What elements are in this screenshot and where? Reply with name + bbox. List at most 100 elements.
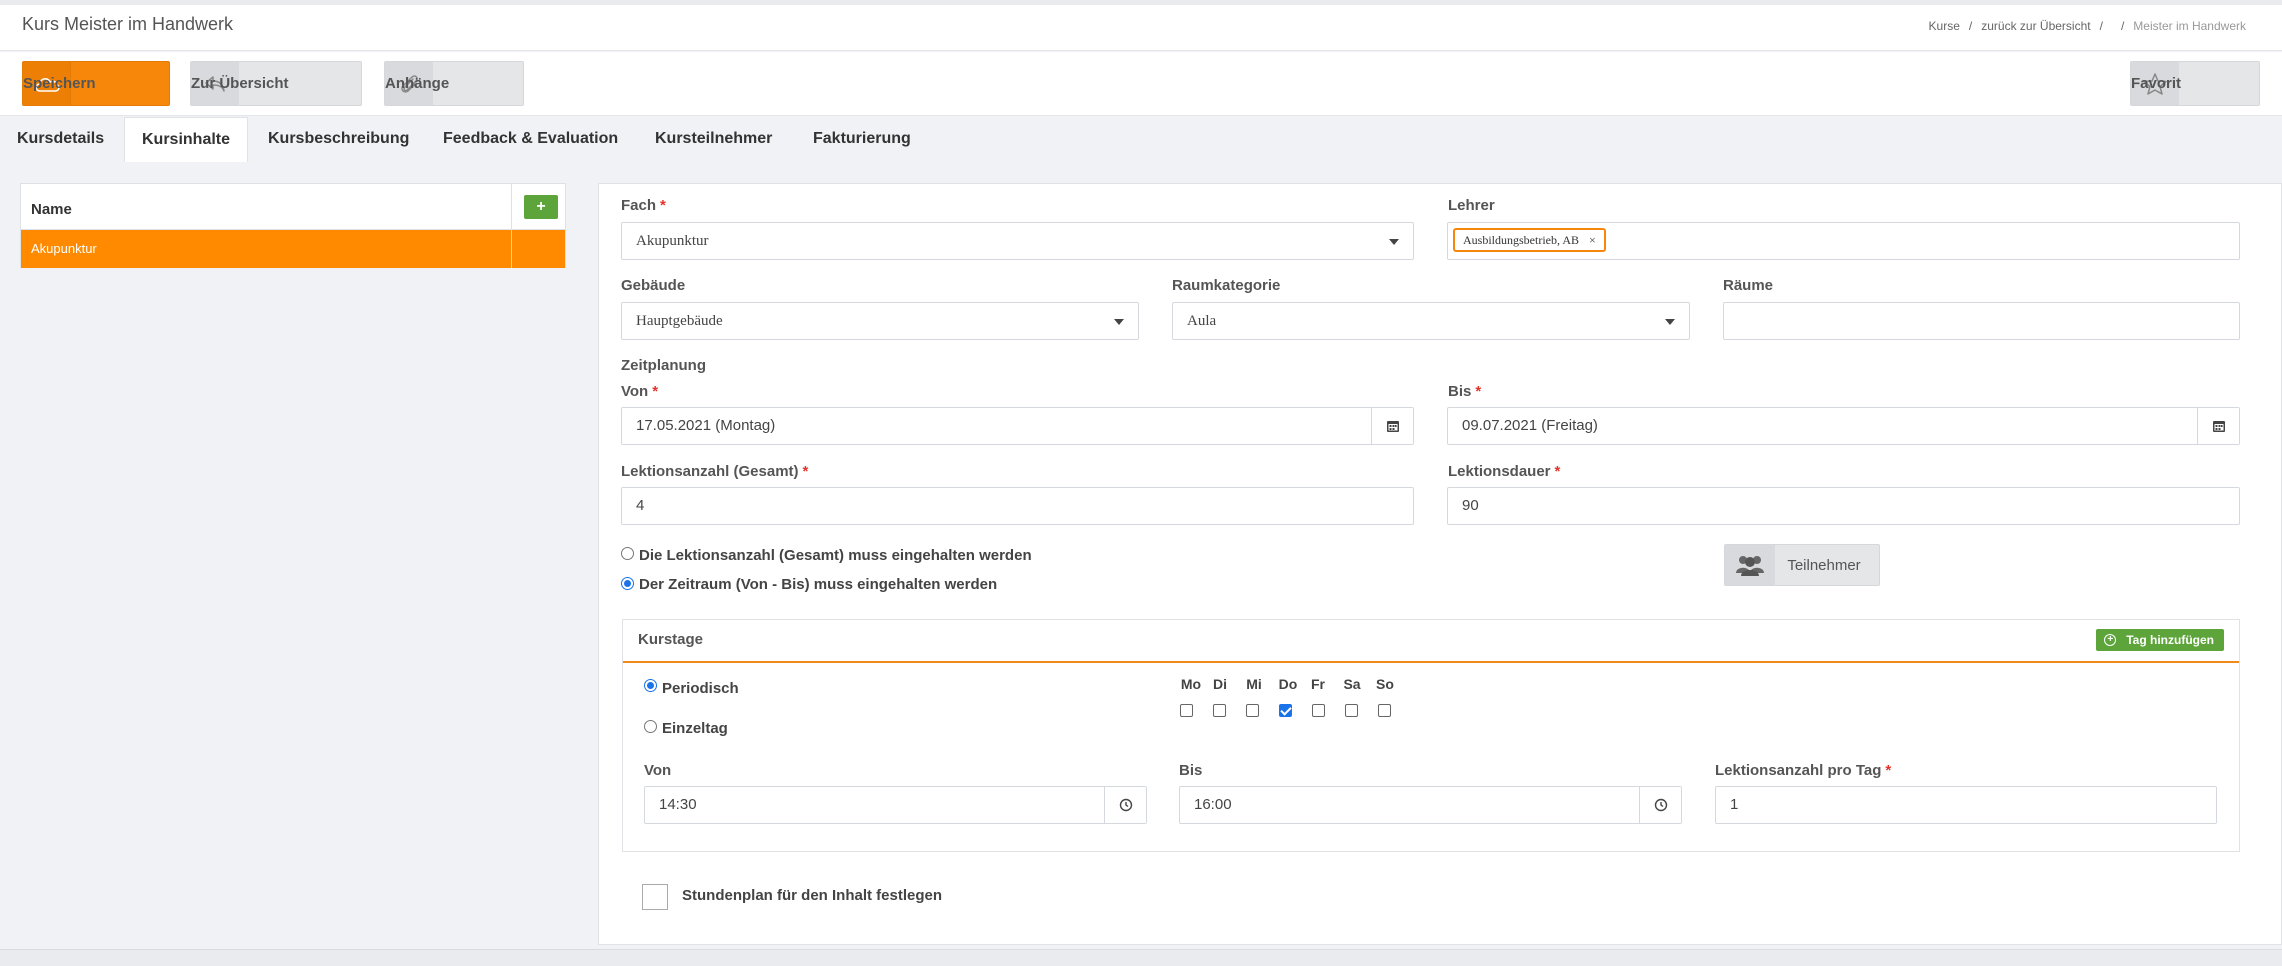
save-label: Speichern (23, 75, 96, 92)
column-name-header: Name (31, 201, 72, 218)
chevron-down-icon (1114, 319, 1124, 325)
lehrer-label: Lehrer (1448, 197, 1495, 214)
pro-tag-input[interactable]: 1 (1715, 786, 2217, 824)
day-checkbox-mi[interactable] (1246, 704, 1259, 717)
bis-label: Bis * (1448, 383, 1482, 400)
plus-circle-icon: + (2104, 634, 2117, 646)
radio-gesamt-label: Die Lektionsanzahl (Gesamt) muss eingeha… (639, 547, 1032, 564)
add-day-label: Tag hinzufügen (2126, 633, 2214, 647)
remove-tag-icon[interactable]: × (1589, 230, 1596, 250)
day-checkbox-mo[interactable] (1180, 704, 1193, 717)
bis-date-input[interactable]: 09.07.2021 (Freitag) (1447, 407, 2240, 445)
day-checkbox-fr[interactable] (1312, 704, 1325, 717)
raumkategorie-value: Aula (1187, 313, 1217, 329)
back-to-overview-button[interactable]: Zur Übersicht (190, 61, 362, 106)
raeume-input[interactable] (1723, 302, 2240, 340)
attachments-label: Anhänge (385, 75, 450, 92)
day-label-so: So (1376, 676, 1394, 692)
radio-zeitraum[interactable] (621, 577, 634, 590)
lektionsdauer-input[interactable]: 90 (1447, 487, 2240, 525)
add-day-button[interactable]: + Tag hinzufügen (2096, 629, 2224, 651)
tab-kursbeschreibung[interactable]: Kursbeschreibung (251, 117, 426, 161)
content-list-header: Name + (21, 184, 565, 230)
radio-periodisch-label: Periodisch (662, 680, 739, 697)
lektionsanzahl-label: Lektionsanzahl (Gesamt) * (621, 463, 809, 480)
kurstage-title: Kurstage (638, 631, 704, 648)
zeitplanung-heading: Zeitplanung (621, 357, 706, 374)
day-label-do: Do (1278, 676, 1298, 692)
tab-feedback-evaluation[interactable]: Feedback & Evaluation (426, 117, 635, 161)
gebaeude-value: Hauptgebäude (636, 313, 723, 329)
clock-icon[interactable] (1639, 787, 1681, 823)
lehrer-tag-label: Ausbildungsbetrieb, AB (1463, 233, 1579, 247)
users-icon (1725, 545, 1775, 585)
list-item-label: Akupunktur (31, 241, 97, 256)
page-header: Kurs Meister im Handwerk Kurse / zurück zu… (0, 5, 2282, 51)
tab-kursteilnehmer[interactable]: Kursteilnehmer (638, 117, 789, 161)
lehrer-select[interactable]: Ausbildungsbetrieb, AB × (1447, 222, 2240, 260)
day-label-mo: Mo (1180, 676, 1202, 692)
fach-select[interactable]: Akupunktur (621, 222, 1414, 260)
raumkategorie-label: Raumkategorie (1172, 277, 1281, 294)
kt-bis-time-input[interactable]: 16:00 (1179, 786, 1682, 824)
lehrer-tag: Ausbildungsbetrieb, AB × (1453, 228, 1606, 252)
bis-date-value: 09.07.2021 (Freitag) (1462, 417, 1598, 434)
radio-zeitraum-label: Der Zeitraum (Von - Bis) muss eingehalte… (639, 576, 998, 593)
day-label-fr: Fr (1311, 676, 1325, 692)
von-date-input[interactable]: 17.05.2021 (Montag) (621, 407, 1414, 445)
add-content-button[interactable]: + (524, 195, 558, 219)
toolbar: Speichern Zur Übersicht Anhänge Favorit (0, 52, 2282, 116)
kt-von-label: Von (644, 762, 672, 779)
raumkategorie-select[interactable]: Aula (1172, 302, 1690, 340)
gebaeude-select[interactable]: Hauptgebäude (621, 302, 1139, 340)
kt-von-value: 14:30 (659, 796, 697, 813)
teilnehmer-label: Teilnehmer (1787, 556, 1861, 574)
kt-von-time-input[interactable]: 14:30 (644, 786, 1147, 824)
teilnehmer-button[interactable]: Teilnehmer (1724, 544, 1880, 586)
von-date-value: 17.05.2021 (Montag) (636, 417, 776, 434)
radio-gesamt[interactable] (621, 547, 634, 560)
day-label-sa: Sa (1343, 676, 1361, 692)
kt-bis-value: 16:00 (1194, 796, 1232, 813)
bottom-bar (0, 949, 2282, 966)
breadcrumb-current: Meister im Handwerk (2133, 19, 2246, 33)
radio-einzeltag-label: Einzeltag (662, 720, 728, 737)
radio-periodisch[interactable] (644, 679, 657, 692)
kurstage-header: Kurstage + Tag hinzufügen (623, 620, 2239, 663)
day-checkbox-sa[interactable] (1345, 704, 1358, 717)
clock-icon[interactable] (1104, 787, 1146, 823)
pro-tag-label: Lektionsanzahl pro Tag * (1715, 762, 1892, 779)
attachments-button[interactable]: Anhänge (384, 61, 524, 106)
chevron-down-icon (1389, 239, 1399, 245)
day-label-mi: Mi (1246, 676, 1262, 692)
lektionsanzahl-input[interactable]: 4 (621, 487, 1414, 525)
content-list: Name + Akupunktur (20, 183, 566, 268)
breadcrumb-kurse[interactable]: Kurse (1929, 19, 1960, 33)
favorite-button[interactable]: Favorit (2130, 61, 2260, 106)
calendar-icon[interactable] (2197, 408, 2239, 444)
back-label: Zur Übersicht (191, 75, 289, 92)
tab-kursdetails[interactable]: Kursdetails (0, 117, 121, 161)
list-item[interactable]: Akupunktur (21, 230, 565, 268)
day-checkbox-do[interactable] (1279, 704, 1292, 717)
fach-label: Fach * (621, 197, 666, 214)
day-label-di: Di (1213, 676, 1227, 692)
favorite-label: Favorit (2131, 75, 2182, 92)
chevron-down-icon (1665, 319, 1675, 325)
breadcrumb-back[interactable]: zurück zur Übersicht (1981, 19, 2090, 33)
calendar-icon[interactable] (1371, 408, 1413, 444)
tab-bar: Kursdetails Kursinhalte Kursbeschreibung… (0, 117, 2282, 162)
fach-value: Akupunktur (636, 233, 709, 249)
breadcrumb: Kurse / zurück zur Übersicht / / Meister im H… (1928, 19, 2246, 33)
von-label: Von * (621, 383, 659, 400)
kt-bis-label: Bis (1179, 762, 1203, 779)
stundenplan-checkbox[interactable] (642, 884, 668, 910)
gebaeude-label: Gebäude (621, 277, 686, 294)
day-checkbox-so[interactable] (1378, 704, 1391, 717)
tab-kursinhalte[interactable]: Kursinhalte (124, 117, 249, 162)
save-button[interactable]: Speichern (22, 61, 170, 106)
radio-einzeltag[interactable] (644, 720, 657, 733)
stundenplan-label: Stundenplan für den Inhalt festlegen (682, 887, 943, 904)
tab-fakturierung[interactable]: Fakturierung (796, 117, 928, 161)
day-checkbox-di[interactable] (1213, 704, 1226, 717)
